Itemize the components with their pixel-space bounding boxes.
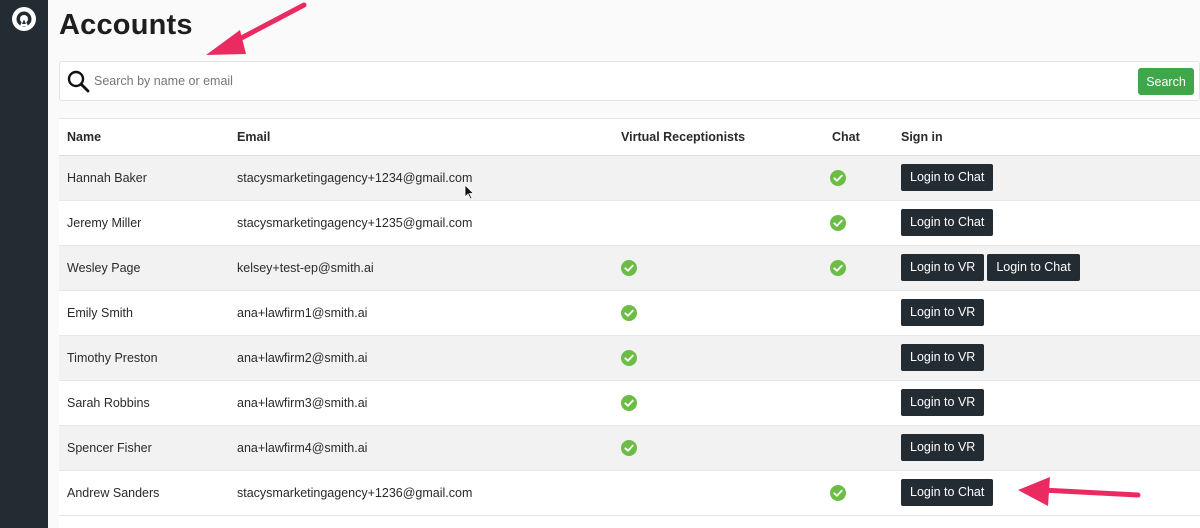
table-row: Jeremy Miller stacysmarketingagency+1235@… [59,200,1200,246]
table-row: Spencer Fisher ana+lawfirm4@smith.ai Login… [59,425,1200,471]
vr-status-cell [613,335,824,381]
account-email: stacysmarketingagency+1234@gmail.com [229,155,613,201]
page-title: Accounts [59,9,193,41]
table-row: Emily Smith ana+lawfirm1@smith.ai Login to… [59,290,1200,336]
chat-status-cell [824,245,893,291]
account-email: ana+lawfirm1@smith.ai [229,290,613,336]
column-header-chat[interactable]: Chat [824,119,893,156]
chat-status-cell [824,425,893,471]
table-row: Timothy Preston ana+lawfirm2@smith.ai Logi… [59,335,1200,381]
app-logo-icon[interactable] [11,6,37,32]
annotation-arrow-icon [206,2,307,55]
mouse-cursor-icon [464,184,475,200]
sign-in-cell: Login to Chat [893,155,1200,201]
chat-status-cell [824,335,893,381]
search-button[interactable]: Search [1138,68,1194,95]
chat-status-cell [824,380,893,426]
vr-status-cell [613,290,824,336]
sign-in-cell: Login to VR [893,335,1200,381]
account-name: Emily Smith [59,290,229,336]
vr-status-cell [613,470,824,516]
account-email: ana+lawfirm3@smith.ai [229,380,613,426]
account-name: Sarah Robbins [59,380,229,426]
check-circle-icon [621,259,637,276]
chat-status-cell [824,200,893,246]
vr-status-cell [613,425,824,471]
vr-status-cell [613,155,824,201]
column-header-email[interactable]: Email [229,119,613,156]
check-circle-icon [830,214,846,231]
column-header-name[interactable]: Name [59,119,229,156]
sign-in-cell: Login to VR [893,290,1200,336]
chat-status-cell [824,470,893,516]
account-email: ana+lawfirm4@smith.ai [229,425,613,471]
sign-in-cell: Login to VR [893,380,1200,426]
table-header-row: Name Email Virtual Receptionists Chat Si… [59,119,1200,156]
account-name: Timothy Preston [59,335,229,381]
chat-status-cell [824,290,893,336]
login-to-vr-button[interactable]: Login to VR [901,389,985,416]
search-bar: Search [59,61,1200,101]
login-to-vr-button[interactable]: Login to VR [901,344,985,371]
column-header-sign-in: Sign in [893,119,1200,156]
check-circle-icon [621,349,637,366]
vr-status-cell [613,200,824,246]
search-icon [67,70,90,93]
account-email: stacysmarketingagency+1236@gmail.com [229,470,613,516]
column-header-virtual-receptionists[interactable]: Virtual Receptionists [613,119,824,156]
account-name: Jeremy Miller [59,200,229,246]
sign-in-cell: Login to Chat [893,200,1200,246]
login-to-chat-button[interactable]: Login to Chat [901,209,994,236]
account-name: Andrew Sanders [59,470,229,516]
table-row: Sarah Robbins ana+lawfirm3@smith.ai Login … [59,380,1200,426]
sign-in-cell: Login to VR [893,425,1200,471]
check-circle-icon [621,304,637,321]
check-circle-icon [621,394,637,411]
table-row: Hannah Baker stacysmarketingagency+1234@g… [59,155,1200,201]
accounts-table: Name Email Virtual Receptionists Chat Si… [59,118,1200,528]
account-email: ana+lawfirm2@smith.ai [229,335,613,381]
check-circle-icon [830,259,846,276]
login-to-vr-button[interactable]: Login to VR [901,299,985,326]
annotation-arrow-icon [1018,477,1141,506]
check-circle-icon [830,484,846,501]
main-content: Accounts Search Name Email Virtual Recep… [48,0,1200,528]
account-email: stacysmarketingagency+1235@gmail.com [229,200,613,246]
check-circle-icon [621,439,637,456]
login-to-chat-button[interactable]: Login to Chat [987,254,1080,281]
vr-status-cell [613,380,824,426]
account-name: Hannah Baker [59,155,229,201]
sidebar [0,0,48,528]
login-to-vr-button[interactable]: Login to VR [901,254,985,281]
account-email: kelsey+test-ep@smith.ai [229,245,613,291]
chat-status-cell [824,155,893,201]
login-to-chat-button[interactable]: Login to Chat [901,479,994,506]
account-name: Spencer Fisher [59,425,229,471]
search-input[interactable] [94,68,994,94]
vr-status-cell [613,245,824,291]
login-to-chat-button[interactable]: Login to Chat [901,164,994,191]
account-name: Wesley Page [59,245,229,291]
login-to-vr-button[interactable]: Login to VR [901,434,985,461]
sign-in-cell: Login to VR Login to Chat [893,245,1200,291]
table-row: Wesley Page kelsey+test-ep@smith.ai Login … [59,245,1200,291]
check-circle-icon [830,169,846,186]
